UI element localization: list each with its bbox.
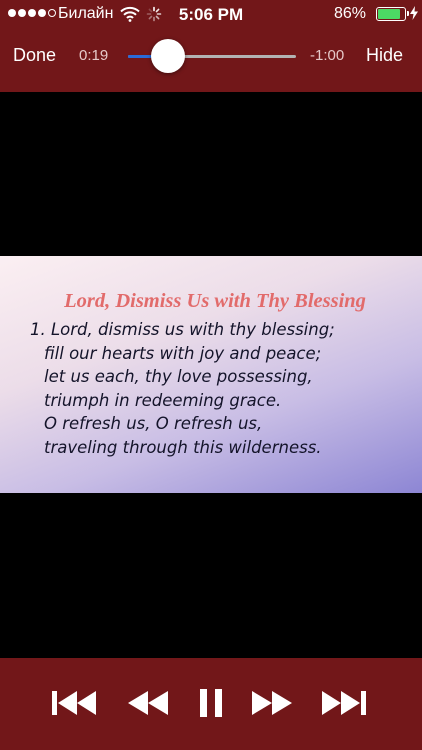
pause-icon[interactable] (196, 688, 226, 718)
progress-thumb[interactable] (151, 39, 186, 73)
transport-bar (0, 658, 422, 750)
battery-percent: 86% (333, 5, 366, 22)
verse-line: 1. Lord, dismiss us with thy blessing; (30, 320, 335, 339)
hymn-slide: Lord, Dismiss Us with Thy Blessing 1. Lo… (0, 256, 422, 493)
hymn-title: Lord, Dismiss Us with Thy Blessing (64, 290, 366, 312)
battery-icon (376, 7, 409, 21)
status-bar: Билайн 5:06 PM 86% (0, 0, 422, 30)
verse-line: let us each, thy love possessing, (44, 367, 313, 386)
verse-line: O refresh us, O refresh us, (44, 414, 263, 433)
verse-line: fill our hearts with joy and peace; (44, 343, 322, 363)
verse-line: triumph in redeeming grace. (44, 390, 282, 410)
rewind-icon[interactable] (126, 688, 170, 718)
charging-bolt-icon (410, 6, 418, 25)
top-bar: Билайн 5:06 PM 86% Done 0:19 -1:00 Hide (0, 0, 422, 92)
fast-forward-icon[interactable] (250, 688, 294, 718)
elapsed-time: 0:19 (79, 47, 109, 64)
skip-back-icon[interactable] (50, 688, 98, 718)
skip-forward-icon[interactable] (320, 688, 368, 718)
hide-button[interactable]: Hide (366, 45, 403, 66)
done-button[interactable]: Done (13, 45, 56, 66)
remaining-time: -1:00 (310, 47, 345, 64)
verse-line: traveling through this wilderness. (44, 437, 322, 457)
progress-slider[interactable] (128, 39, 296, 73)
player-controls: Done 0:19 -1:00 Hide (0, 36, 422, 76)
battery-level (378, 9, 401, 19)
video-area[interactable]: Lord, Dismiss Us with Thy Blessing 1. Lo… (0, 92, 422, 658)
